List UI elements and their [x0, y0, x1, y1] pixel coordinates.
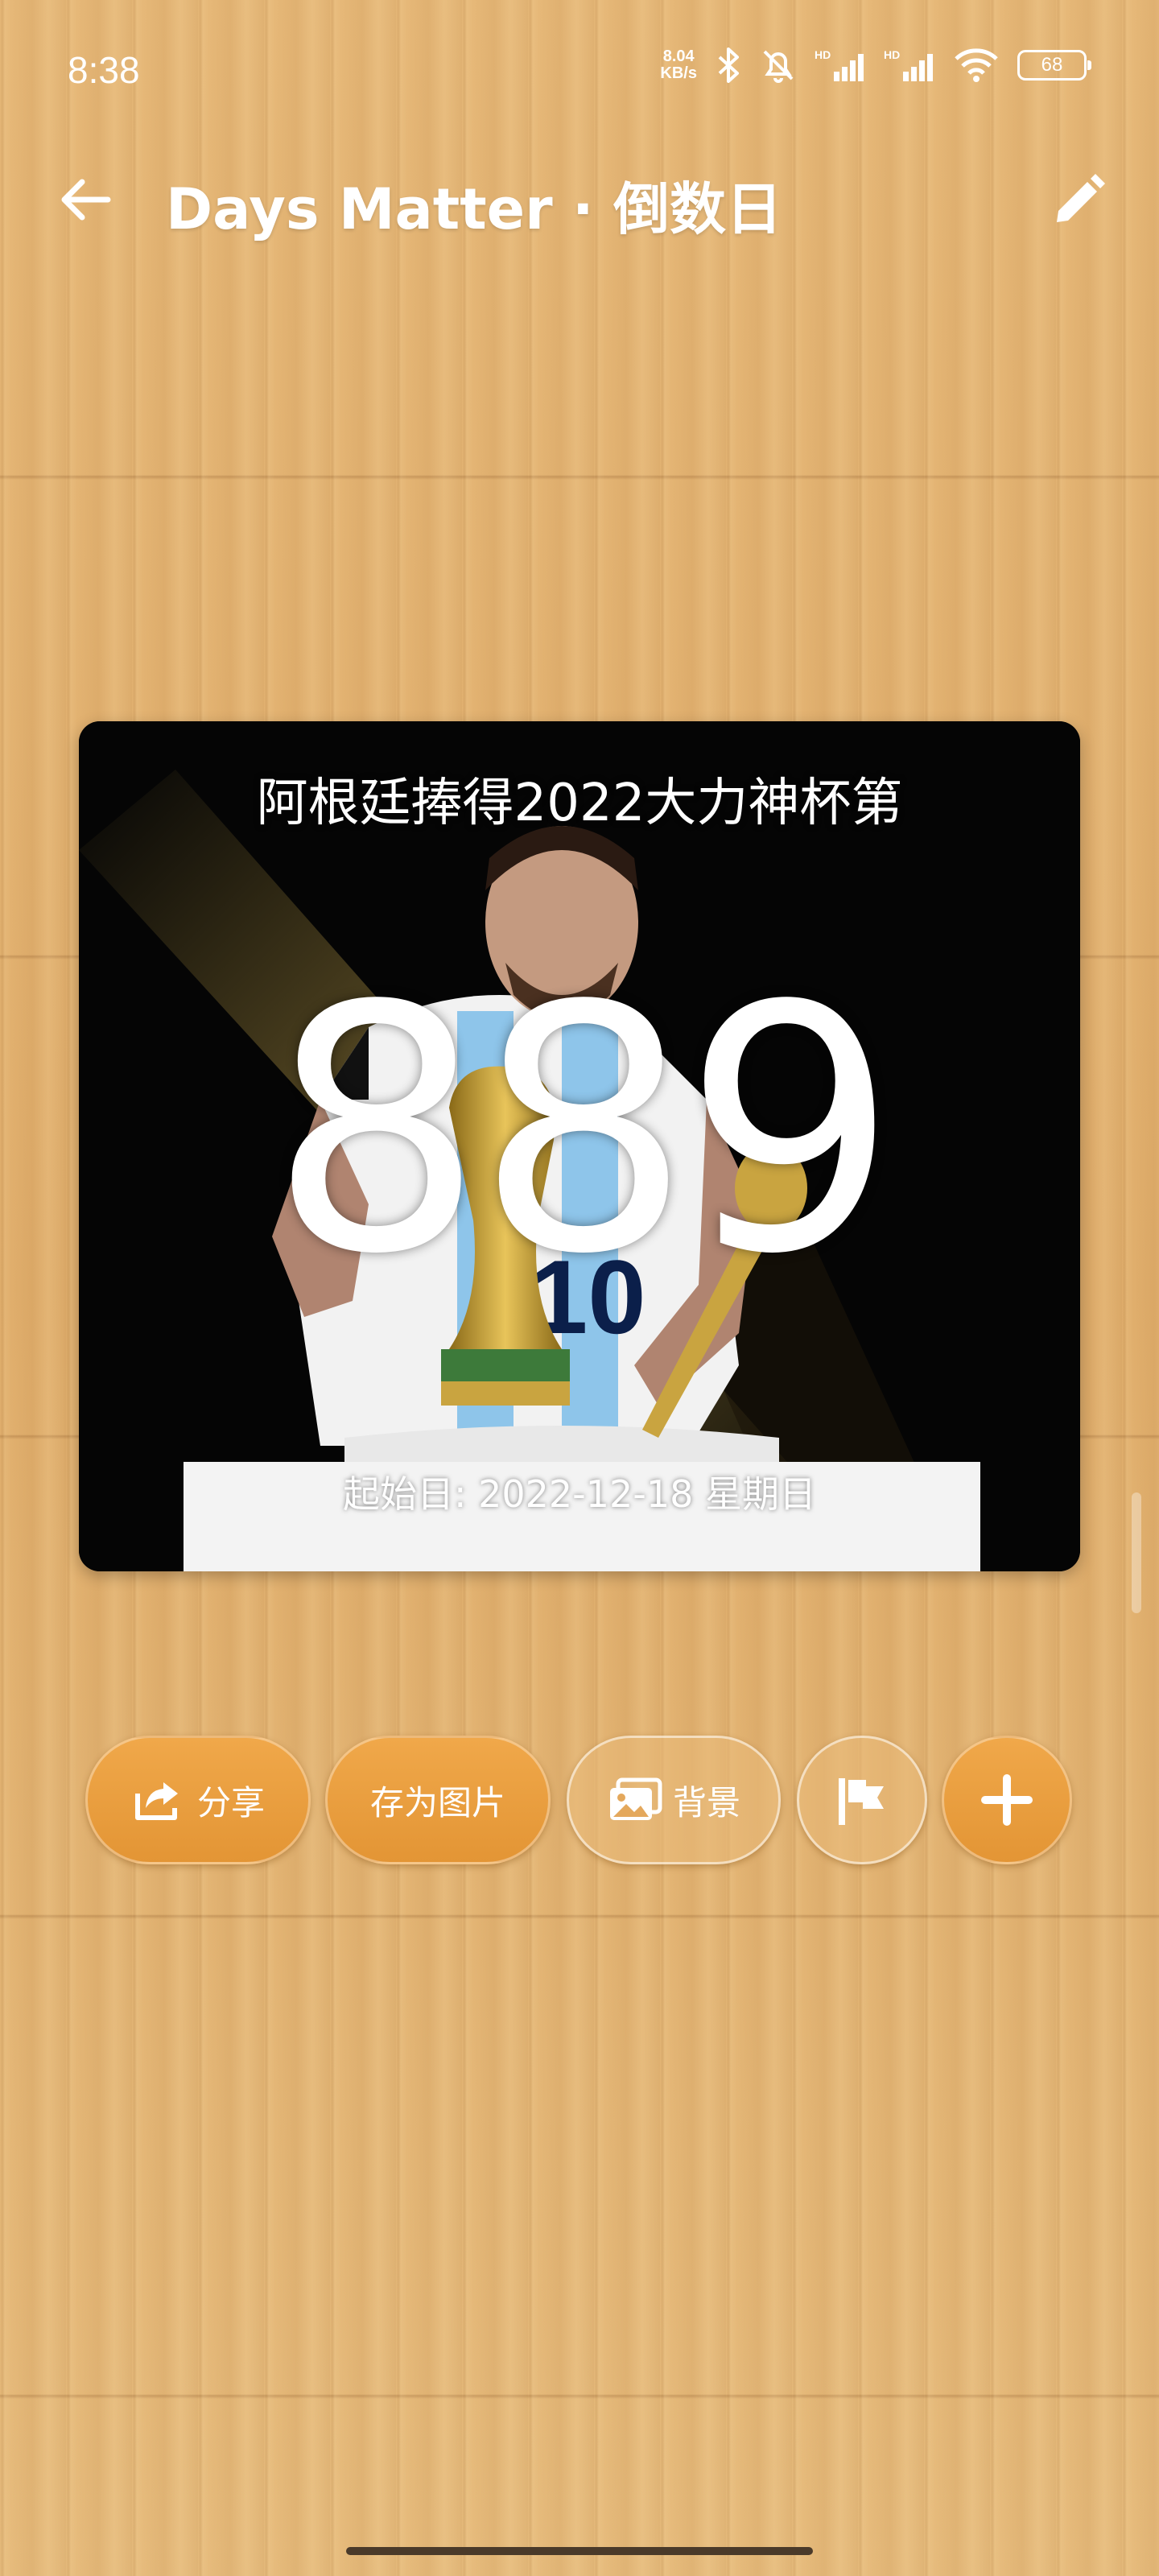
status-icons: 8.04 KB/s HD HD 68	[660, 47, 1091, 84]
mute-bell-icon	[760, 47, 797, 84]
back-button[interactable]	[48, 171, 121, 232]
flag-icon	[834, 1773, 890, 1827]
save-image-label: 存为图片	[369, 1782, 505, 1823]
hd-signal-icon: HD	[815, 47, 866, 83]
background-label: 背景	[672, 1782, 740, 1823]
status-bar: 8:38 8.04 KB/s HD HD 68	[0, 0, 1159, 145]
battery-icon: 68	[1017, 50, 1091, 80]
flag-button[interactable]	[797, 1736, 927, 1864]
network-speed-unit: KB/s	[660, 64, 697, 82]
scrollbar[interactable]	[1132, 1492, 1141, 1613]
svg-text:HD: HD	[815, 48, 831, 61]
start-date: 起始日: 2022-12-18 星期日	[342, 1472, 817, 1516]
edit-button[interactable]	[1038, 166, 1119, 238]
network-speed: 8.04 KB/s	[660, 48, 697, 82]
gesture-bar[interactable]	[346, 2547, 813, 2555]
page-title: Days Matter · 倒数日	[166, 176, 783, 242]
pencil-icon	[1049, 171, 1108, 233]
save-image-button[interactable]: 存为图片	[325, 1736, 551, 1864]
share-icon	[131, 1776, 188, 1824]
bluetooth-icon	[715, 47, 742, 83]
network-speed-value: 8.04	[662, 47, 695, 65]
svg-text:HD: HD	[884, 48, 900, 61]
background-button[interactable]: 背景	[567, 1736, 781, 1864]
add-button[interactable]	[942, 1736, 1072, 1864]
day-detail-screen: 8:38 8.04 KB/s HD HD 68 Days Matter · 倒数…	[0, 0, 1159, 2576]
share-button[interactable]: 分享	[85, 1736, 311, 1864]
action-row: 分享 存为图片 背景	[0, 1736, 1159, 1868]
plus-icon	[979, 1772, 1035, 1828]
share-label: 分享	[196, 1782, 265, 1823]
wifi-icon	[953, 47, 1000, 83]
image-icon	[607, 1777, 663, 1823]
day-count: 889	[269, 935, 898, 1328]
event-card[interactable]: 10 阿根廷捧得2022大力神杯第 889 起始日: 2022-12-18 星期…	[79, 721, 1080, 1571]
status-time: 8:38	[68, 49, 140, 91]
app-bar: Days Matter · 倒数日	[0, 153, 1159, 250]
hd-signal-icon: HD	[884, 47, 935, 83]
arrow-left-icon	[58, 177, 111, 225]
event-title: 阿根廷捧得2022大力神杯第	[256, 774, 903, 833]
